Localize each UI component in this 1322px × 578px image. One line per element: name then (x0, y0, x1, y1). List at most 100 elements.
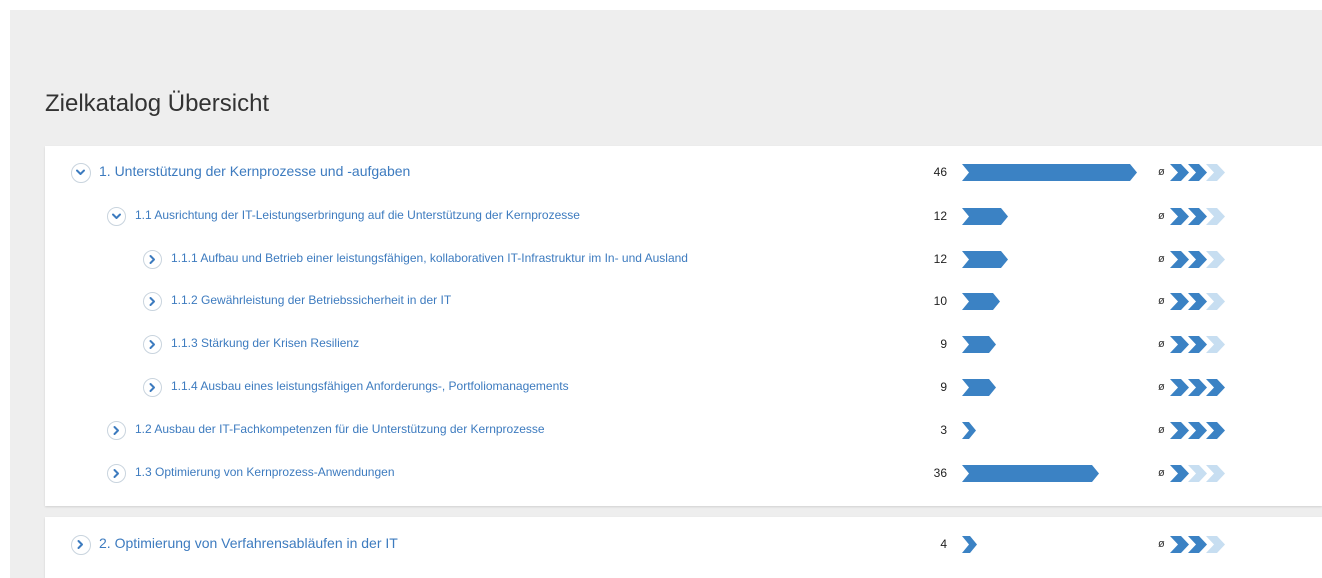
rating-chevron (1170, 251, 1189, 268)
rating-indicator (1170, 465, 1230, 487)
rating-chevron (1206, 379, 1225, 396)
goal-label-link[interactable]: 1.1.1 Aufbau und Betrieb einer leistungs… (171, 251, 688, 265)
count-bar (962, 536, 979, 553)
expand-toggle-button[interactable] (143, 250, 162, 269)
average-symbol: ø (1158, 166, 1165, 178)
count-bar-shape (962, 251, 1008, 268)
expand-toggle-button[interactable] (107, 464, 126, 483)
goal-card: 2. Optimierung von Verfahrensabläufen in… (45, 517, 1322, 578)
rating-chevron (1188, 251, 1207, 268)
goal-label-link[interactable]: 1.1.3 Stärkung der Krisen Resilienz (171, 336, 359, 350)
goal-count: 46 (933, 165, 947, 179)
expand-toggle-button[interactable] (143, 292, 162, 311)
rating-chevron (1206, 336, 1225, 353)
tree-row: 1. Unterstützung der Kernprozesse und -a… (45, 151, 1322, 195)
count-bar-shape (962, 536, 977, 553)
goal-label-link[interactable]: 1.1.2 Gewährleistung der Betriebssicherh… (171, 293, 451, 307)
count-bar (962, 465, 1101, 482)
goal-label-link[interactable]: 1. Unterstützung der Kernprozesse und -a… (99, 163, 410, 179)
goal-card: 1. Unterstützung der Kernprozesse und -a… (45, 146, 1322, 506)
goal-label-link[interactable]: 1.1 Ausrichtung der IT-Leistungserbringu… (135, 208, 580, 222)
page-title: Zielkatalog Übersicht (45, 90, 270, 117)
goal-count: 10 (933, 294, 947, 308)
rating-chevron (1188, 465, 1207, 482)
chevron-right-icon (113, 469, 119, 478)
count-bar-shape (962, 336, 996, 353)
rating-indicator (1170, 251, 1230, 273)
chevron-right-icon (149, 255, 155, 264)
count-bar (962, 422, 978, 439)
rating-chevron (1170, 422, 1189, 439)
goal-count: 4 (940, 537, 947, 551)
chevron-right-icon (113, 426, 119, 435)
rating-chevron (1206, 164, 1225, 181)
expand-toggle-button[interactable] (143, 378, 162, 397)
goal-count: 36 (933, 466, 947, 480)
count-bar-shape (962, 465, 1099, 482)
average-symbol: ø (1158, 210, 1165, 222)
rating-chevron (1206, 422, 1225, 439)
rating-chevron (1170, 336, 1189, 353)
expand-toggle-button[interactable] (71, 535, 91, 555)
count-bar (962, 293, 1002, 310)
goal-label-link[interactable]: 1.1.4 Ausbau eines leistungsfähigen Anfo… (171, 379, 569, 393)
average-symbol: ø (1158, 467, 1165, 479)
rating-chevron (1188, 379, 1207, 396)
rating-chevron (1170, 536, 1189, 553)
goal-label-link[interactable]: 2. Optimierung von Verfahrensabläufen in… (99, 535, 398, 551)
collapse-toggle-button[interactable] (71, 163, 91, 183)
rating-chevron (1188, 536, 1207, 553)
count-bar (962, 251, 1010, 268)
count-bar-shape (962, 164, 1137, 181)
count-bar-shape (962, 422, 976, 439)
expand-toggle-button[interactable] (143, 335, 162, 354)
count-bar-shape (962, 379, 996, 396)
rating-chevron (1170, 208, 1189, 225)
rating-chevron (1188, 208, 1207, 225)
rating-indicator (1170, 379, 1230, 401)
chevron-right-icon (149, 383, 155, 392)
goal-count: 9 (940, 337, 947, 351)
count-bar (962, 379, 998, 396)
count-bar (962, 208, 1010, 225)
goal-label-link[interactable]: 1.3 Optimierung von Kernprozess-Anwendun… (135, 465, 395, 479)
expand-toggle-button[interactable] (107, 421, 126, 440)
average-symbol: ø (1158, 295, 1165, 307)
rating-indicator (1170, 422, 1230, 444)
rating-chevron (1170, 164, 1189, 181)
tree-row: 1.1.4 Ausbau eines leistungsfähigen Anfo… (45, 366, 1322, 410)
count-bar (962, 336, 998, 353)
tree-row: 1.1.3 Stärkung der Krisen Resilienz 9 ø (45, 323, 1322, 367)
rating-chevron (1206, 208, 1225, 225)
rating-chevron (1170, 379, 1189, 396)
goal-count: 3 (940, 423, 947, 437)
goal-label-link[interactable]: 1.2 Ausbau der IT-Fachkompetenzen für di… (135, 422, 545, 436)
collapse-toggle-button[interactable] (107, 207, 126, 226)
goal-count: 9 (940, 380, 947, 394)
rating-chevron (1206, 251, 1225, 268)
average-symbol: ø (1158, 253, 1165, 265)
rating-chevron (1188, 293, 1207, 310)
rating-chevron (1206, 465, 1225, 482)
rating-chevron (1188, 336, 1207, 353)
rating-indicator (1170, 208, 1230, 230)
average-symbol: ø (1158, 381, 1165, 393)
chevron-down-icon (76, 169, 85, 175)
rating-chevron (1170, 293, 1189, 310)
rating-chevron (1170, 465, 1189, 482)
rating-chevron (1188, 164, 1207, 181)
chevron-right-icon (77, 540, 83, 549)
chevron-down-icon (112, 213, 121, 219)
tree-row: 1.1 Ausrichtung der IT-Leistungserbringu… (45, 195, 1322, 239)
goal-count: 12 (933, 209, 947, 223)
rating-indicator (1170, 164, 1230, 186)
rating-indicator (1170, 293, 1230, 315)
tree-row: 1.2 Ausbau der IT-Fachkompetenzen für di… (45, 409, 1322, 453)
tree-row: 2. Optimierung von Verfahrensabläufen in… (45, 523, 1322, 567)
rating-indicator (1170, 536, 1230, 558)
count-bar (962, 164, 1139, 181)
average-symbol: ø (1158, 538, 1165, 550)
tree-row: 1.1.2 Gewährleistung der Betriebssicherh… (45, 280, 1322, 324)
count-bar-shape (962, 293, 1000, 310)
rating-chevron (1206, 293, 1225, 310)
